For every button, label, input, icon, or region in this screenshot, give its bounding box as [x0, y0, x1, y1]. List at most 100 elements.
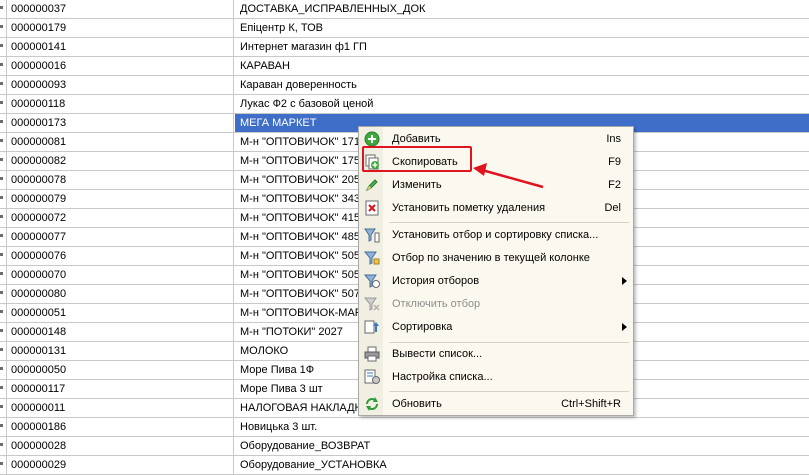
menu-item-filter-by-value[interactable]: Отбор по значению в текущей колонке: [359, 247, 633, 269]
row-marker-icon: [0, 342, 7, 360]
row-marker-icon: [0, 0, 7, 18]
row-code-cell[interactable]: 000000078: [8, 171, 234, 189]
row-marker-icon: [0, 228, 7, 246]
refresh-icon: [364, 396, 380, 412]
filter-sort-icon: [364, 227, 380, 243]
row-code-cell[interactable]: 000000050: [8, 361, 234, 379]
row-marker-icon: [0, 114, 7, 132]
row-name-cell[interactable]: Оборудование_ВОЗВРАТ: [235, 437, 809, 455]
row-code-cell[interactable]: 000000079: [8, 190, 234, 208]
row-marker-icon: [0, 171, 7, 189]
row-code-cell[interactable]: 000000131: [8, 342, 234, 360]
row-marker-icon: [0, 418, 7, 436]
row-marker-icon: [0, 38, 7, 56]
row-code-cell[interactable]: 000000117: [8, 380, 234, 398]
row-code-cell[interactable]: 000000173: [8, 114, 234, 132]
row-marker-icon: [0, 266, 7, 284]
table-row[interactable]: 000000186 Новицька 3 шт.: [0, 418, 809, 437]
menu-item-label: Установить отбор и сортировку списка...: [392, 229, 599, 241]
filter-history-icon: [363, 273, 380, 289]
row-marker-icon: [0, 285, 7, 303]
menu-item-sort[interactable]: Сортировка: [359, 316, 633, 338]
row-marker-icon: [0, 209, 7, 227]
table-row[interactable]: 000000118 Лукас Ф2 с базовой ценой: [0, 95, 809, 114]
row-name-cell[interactable]: Оборудование_УСТАНОВКА: [235, 456, 809, 474]
table-row[interactable]: 000000028 Оборудование_ВОЗВРАТ: [0, 437, 809, 456]
menu-item-refresh[interactable]: Обновить Ctrl+Shift+R: [359, 393, 633, 415]
row-marker-icon: [0, 57, 7, 75]
table-row[interactable]: 000000037 ДОСТАВКА_ИСПРАВЛЕННЫХ_ДОК: [0, 0, 809, 19]
menu-item-label: Настройка списка...: [392, 371, 493, 383]
menu-item-shortcut: Ins: [606, 133, 621, 145]
table-row[interactable]: 000000141 Интернет магазин ф1 ГП: [0, 38, 809, 57]
row-name-cell[interactable]: Интернет магазин ф1 ГП: [235, 38, 809, 56]
row-code-cell[interactable]: 000000016: [8, 57, 234, 75]
menu-item-shortcut: Del: [604, 202, 621, 214]
row-marker-icon: [0, 190, 7, 208]
menu-item-shortcut: F9: [608, 156, 621, 168]
menu-item-filter-history[interactable]: История отборов: [359, 270, 633, 292]
list-settings-icon: [364, 369, 380, 385]
row-code-cell[interactable]: 000000029: [8, 456, 234, 474]
menu-item-label: Сортировка: [392, 321, 453, 333]
row-code-cell[interactable]: 000000082: [8, 152, 234, 170]
row-code-cell[interactable]: 000000179: [8, 19, 234, 37]
row-code-cell[interactable]: 000000081: [8, 133, 234, 151]
row-marker-icon: [0, 323, 7, 341]
table-row[interactable]: 000000093 Караван доверенность: [0, 76, 809, 95]
menu-item-label: Вывести список...: [392, 348, 483, 360]
row-marker-icon: [0, 76, 7, 94]
row-marker-icon: [0, 95, 7, 113]
menu-item-label: Обновить: [392, 398, 442, 410]
menu-item-label: Установить пометку удаления: [392, 202, 546, 214]
row-code-cell[interactable]: 000000141: [8, 38, 234, 56]
menu-item-shortcut: F2: [608, 179, 621, 191]
row-name-cell[interactable]: ДОСТАВКА_ИСПРАВЛЕННЫХ_ДОК: [235, 0, 809, 18]
sort-icon: [364, 319, 380, 335]
row-marker-icon: [0, 456, 7, 474]
row-name-cell[interactable]: Лукас Ф2 с базовой ценой: [235, 95, 809, 113]
row-name-cell[interactable]: Епіцентр К, ТОВ: [235, 19, 809, 37]
table-row[interactable]: 000000029 Оборудование_УСТАНОВКА: [0, 456, 809, 475]
row-code-cell[interactable]: 000000093: [8, 76, 234, 94]
row-code-cell[interactable]: 000000077: [8, 228, 234, 246]
row-code-cell[interactable]: 000000148: [8, 323, 234, 341]
menu-item-list-settings[interactable]: Настройка списка...: [359, 366, 633, 388]
row-marker-icon: [0, 361, 7, 379]
row-code-cell[interactable]: 000000118: [8, 95, 234, 113]
filter-value-icon: [363, 250, 380, 266]
table-row[interactable]: 000000179 Епіцентр К, ТОВ: [0, 19, 809, 38]
menu-item-filter-off[interactable]: Отключить отбор: [359, 293, 633, 315]
menu-item-filter-sort[interactable]: Установить отбор и сортировку списка...: [359, 224, 633, 246]
row-name-cell[interactable]: Караван доверенность: [235, 76, 809, 94]
row-code-cell[interactable]: 000000186: [8, 418, 234, 436]
menu-item-label: История отборов: [392, 275, 480, 287]
row-code-cell[interactable]: 000000051: [8, 304, 234, 322]
menu-item-print-list[interactable]: Вывести список...: [359, 343, 633, 365]
row-marker-icon: [0, 304, 7, 322]
row-marker-icon: [0, 399, 7, 417]
row-code-cell[interactable]: 000000037: [8, 0, 234, 18]
pointer-arrow-icon: [473, 163, 544, 189]
row-marker-icon: [0, 152, 7, 170]
menu-separator: [389, 222, 629, 223]
copy-highlight-box: [362, 146, 472, 172]
menu-separator: [389, 391, 629, 392]
row-code-cell[interactable]: 000000028: [8, 437, 234, 455]
menu-item-label: Изменить: [392, 179, 442, 191]
row-code-cell[interactable]: 000000070: [8, 266, 234, 284]
add-icon: [364, 131, 380, 147]
row-name-cell[interactable]: Новицька 3 шт.: [235, 418, 809, 436]
menu-item-mark-delete[interactable]: Установить пометку удаления Del: [359, 197, 633, 219]
row-code-cell[interactable]: 000000011: [8, 399, 234, 417]
delete-mark-icon: [364, 200, 380, 216]
row-code-cell[interactable]: 000000076: [8, 247, 234, 265]
menu-item-label: Отбор по значению в текущей колонке: [392, 252, 590, 264]
row-code-cell[interactable]: 000000080: [8, 285, 234, 303]
row-code-cell[interactable]: 000000072: [8, 209, 234, 227]
table-row[interactable]: 000000016 КАРАВАН: [0, 57, 809, 76]
row-marker-icon: [0, 380, 7, 398]
row-marker-icon: [0, 437, 7, 455]
row-name-cell[interactable]: КАРАВАН: [235, 57, 809, 75]
print-list-icon: [364, 346, 380, 362]
